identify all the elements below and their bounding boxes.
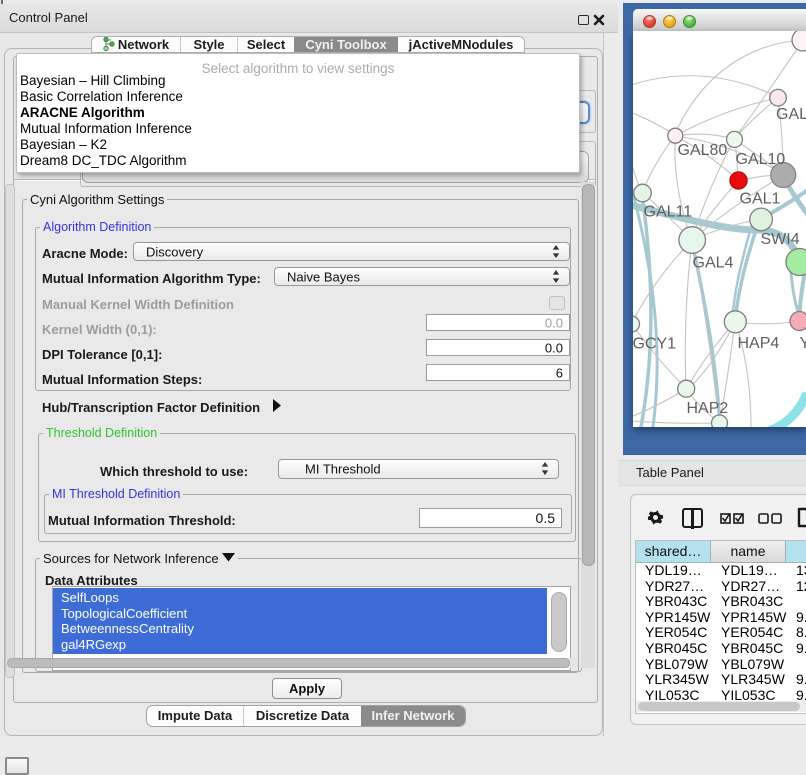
svg-text:HAP2: HAP2 [687, 400, 729, 417]
svg-text:GAL7: GAL7 [776, 106, 806, 123]
svg-text:GAL11: GAL11 [644, 204, 693, 221]
svg-text:SWI4: SWI4 [761, 231, 800, 248]
svg-text:HAP4: HAP4 [738, 335, 780, 352]
svg-text:GCY1: GCY1 [633, 336, 676, 353]
svg-text:GAL4: GAL4 [693, 255, 734, 272]
svg-text:GAL1: GAL1 [740, 191, 781, 208]
svg-text:YN: YN [800, 335, 806, 352]
svg-text:GAL80: GAL80 [678, 142, 728, 159]
svg-text:GAL10: GAL10 [736, 151, 786, 168]
